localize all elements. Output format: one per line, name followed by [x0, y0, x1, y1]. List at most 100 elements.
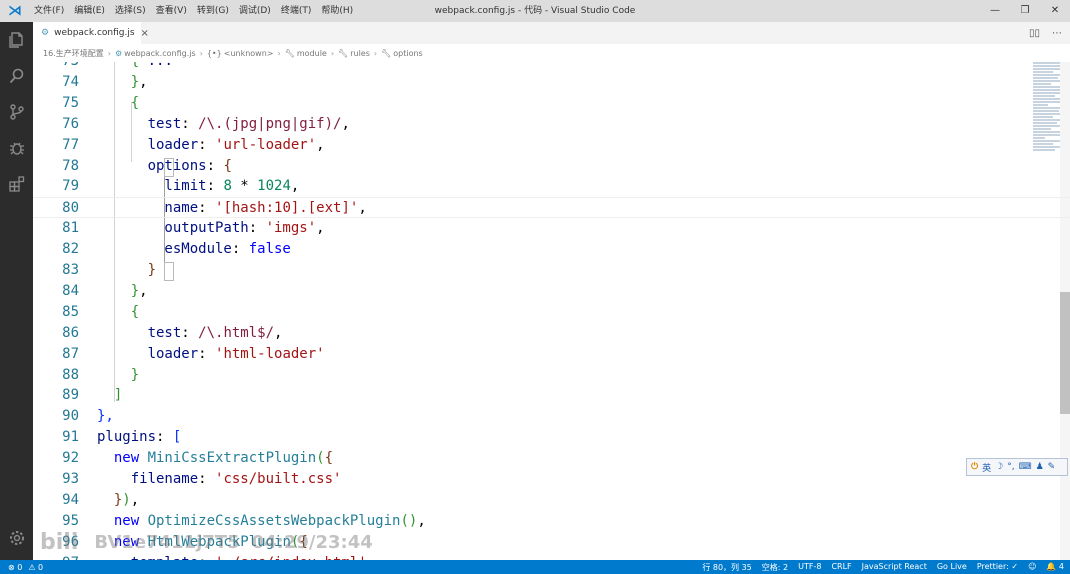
menu-item[interactable]: 帮助(H)	[321, 0, 353, 22]
code-token: '[hash:10].[ext]'	[215, 200, 359, 217]
notifications-icon[interactable]: 🔔 4	[1046, 562, 1064, 573]
line-number: 94	[62, 491, 79, 508]
search-icon[interactable]	[0, 58, 33, 94]
menu-item[interactable]: 编辑(E)	[74, 0, 105, 22]
chevron-right-icon: ›	[199, 48, 203, 58]
code-token: 1024	[257, 178, 291, 195]
code-line[interactable]: 78 options: {	[33, 156, 1070, 177]
encoding[interactable]: UTF-8	[798, 562, 821, 573]
code-line[interactable]: 75 {	[33, 93, 1070, 114]
code-line[interactable]: 84 },	[33, 281, 1070, 302]
more-actions-icon[interactable]: ⋯	[1052, 28, 1062, 39]
feedback-icon[interactable]: ☺	[1028, 562, 1036, 573]
code-line[interactable]: 91 plugins: [	[33, 427, 1070, 448]
status-problems[interactable]: ⊗ 0 ⚠ 0	[8, 563, 49, 572]
code-text: esModule: false	[97, 239, 290, 260]
code-editor[interactable]: 73 { ...74 },75 {76 test: /\.(jpg|png|gi…	[33, 62, 1070, 560]
menu-item[interactable]: 选择(S)	[115, 0, 146, 22]
ime-moon-icon[interactable]: ☽	[995, 462, 1003, 472]
code-line[interactable]: 79 limit: 8 * 1024,	[33, 176, 1070, 197]
line-number: 82	[62, 241, 79, 258]
maximize-button[interactable]: ❐	[1010, 0, 1040, 22]
code-token: :	[181, 115, 199, 132]
explorer-icon[interactable]	[0, 22, 33, 58]
breadcrumb-module[interactable]: module	[297, 49, 327, 58]
code-line[interactable]: 77 loader: 'url-loader',	[33, 135, 1070, 156]
menu-item[interactable]: 查看(V)	[156, 0, 187, 22]
code-line[interactable]: 87 loader: 'html-loader'	[33, 344, 1070, 365]
code-token: ,	[341, 115, 350, 132]
errors-count[interactable]: ⊗ 0	[8, 563, 22, 572]
language-mode[interactable]: JavaScript React	[862, 562, 927, 573]
code-token: :	[198, 136, 216, 153]
code-line[interactable]: 74 },	[33, 72, 1070, 93]
code-text: {	[97, 93, 139, 114]
line-number: 86	[62, 324, 79, 341]
code-line[interactable]: 88 }	[33, 365, 1070, 386]
code-line[interactable]: 83 }	[33, 260, 1070, 281]
code-line[interactable]: 93 filename: 'css/built.css'	[33, 469, 1070, 490]
menu-item[interactable]: 调试(D)	[239, 0, 271, 22]
ime-punctuation-icon[interactable]: °,	[1007, 462, 1014, 472]
code-line[interactable]: 90},	[33, 406, 1070, 427]
code-token: },	[97, 408, 114, 425]
menu-item[interactable]: 终端(T)	[281, 0, 312, 22]
menu-item[interactable]: 文件(F)	[34, 0, 64, 22]
minimize-button[interactable]: —	[980, 0, 1010, 22]
code-token: ,	[290, 178, 300, 195]
line-number: 74	[62, 73, 79, 90]
code-token: ...	[139, 62, 173, 69]
chevron-right-icon: ›	[107, 48, 111, 58]
code-token: options	[97, 157, 207, 174]
code-line[interactable]: 92 new MiniCssExtractPlugin({	[33, 448, 1070, 469]
menu-item[interactable]: 转到(G)	[197, 0, 229, 22]
code-text: test: /\.html$/,	[97, 323, 283, 344]
code-line[interactable]: 73 { ...	[33, 62, 1070, 72]
go-live-button[interactable]: Go Live	[937, 562, 967, 573]
line-number: 77	[62, 136, 79, 153]
ime-language-toggle[interactable]: 英	[982, 461, 991, 474]
debug-icon[interactable]	[0, 130, 33, 166]
breadcrumb-folder[interactable]: 16.生产环境配置	[43, 48, 104, 59]
code-token: :	[206, 178, 224, 195]
ime-tools-icon[interactable]: ✎	[1048, 462, 1056, 472]
line-ending[interactable]: CRLF	[831, 562, 851, 573]
code-line[interactable]: 81 outputPath: 'imgs',	[33, 218, 1070, 239]
code-line[interactable]: 82 esModule: false	[33, 239, 1070, 260]
breadcrumb-rules[interactable]: rules	[350, 49, 370, 58]
menu-bar: 文件(F) 编辑(E) 选择(S) 查看(V) 转到(G) 调试(D) 终端(T) 帮助(H)	[34, 0, 363, 22]
ime-keyboard-icon[interactable]: ⌨	[1019, 462, 1032, 472]
cursor-position[interactable]: 行 80，列 35	[702, 562, 751, 573]
code-line[interactable]: 89 ]	[33, 385, 1070, 406]
line-number: 90	[62, 408, 79, 425]
breadcrumb-file[interactable]: webpack.config.js	[124, 49, 196, 58]
code-line[interactable]: 76 test: /\.(jpg|png|gif)/,	[33, 114, 1070, 135]
code-token: ,	[274, 324, 283, 341]
ime-user-icon[interactable]: ♟	[1036, 462, 1044, 472]
code-line[interactable]: 86 test: /\.html$/,	[33, 323, 1070, 344]
code-line[interactable]: 94 }),	[33, 490, 1070, 511]
close-tab-icon[interactable]: ×	[141, 28, 149, 39]
code-token: 'css/built.css'	[215, 471, 342, 487]
extensions-icon[interactable]	[0, 166, 33, 202]
code-token: :	[198, 345, 216, 362]
code-text: {	[97, 302, 139, 323]
code-token: {	[97, 94, 140, 111]
close-window-button[interactable]: ✕	[1040, 0, 1070, 22]
breadcrumb-unknown[interactable]: <unknown>	[224, 49, 274, 58]
code-line[interactable]: 80 name: '[hash:10].[ext]',	[33, 197, 1070, 219]
indentation[interactable]: 空格: 2	[762, 562, 788, 573]
line-number: 78	[62, 157, 79, 174]
code-line[interactable]: 85 {	[33, 302, 1070, 323]
code-token: :	[156, 429, 173, 446]
prettier-status[interactable]: Prettier: ✓	[977, 562, 1018, 573]
split-editor-icon[interactable]: ▯▯	[1029, 28, 1040, 39]
tab-webpack-config[interactable]: ⚙ webpack.config.js ×	[33, 22, 149, 44]
code-token: /\.(jpg|png|gif)/	[198, 115, 342, 132]
warnings-count[interactable]: ⚠ 0	[28, 563, 43, 572]
breadcrumb-options[interactable]: options	[393, 49, 422, 58]
code-text: }	[97, 260, 156, 281]
code-token: }	[97, 491, 123, 508]
source-control-icon[interactable]	[0, 94, 33, 130]
code-text: }	[97, 365, 139, 386]
